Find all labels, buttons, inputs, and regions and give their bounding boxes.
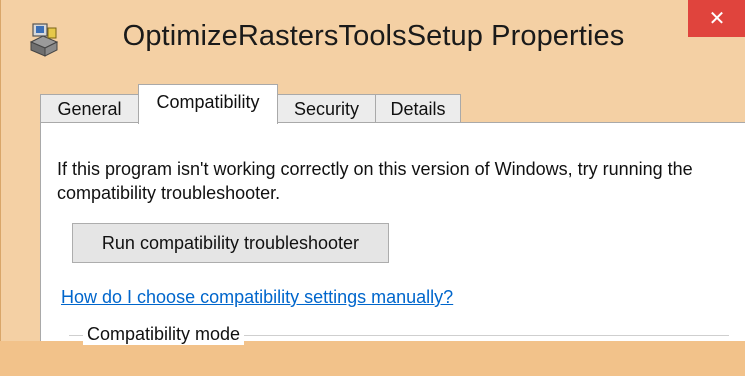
manual-settings-help-link[interactable]: How do I choose compatibility settings m… bbox=[61, 287, 453, 308]
compatibility-description: If this program isn't working correctly … bbox=[57, 159, 693, 203]
window-title: OptimizeRastersToolsSetup Properties bbox=[122, 20, 625, 52]
tab-details[interactable]: Details bbox=[375, 94, 461, 123]
tab-general[interactable]: General bbox=[40, 94, 139, 123]
run-troubleshooter-button[interactable]: Run compatibility troubleshooter bbox=[72, 223, 389, 263]
tab-compatibility[interactable]: Compatibility bbox=[138, 84, 278, 124]
title-bar: OptimizeRastersToolsSetup Properties ✕ bbox=[1, 0, 745, 86]
close-button[interactable]: ✕ bbox=[688, 0, 745, 37]
close-icon: ✕ bbox=[708, 8, 726, 30]
compatibility-mode-group: Compatibility mode bbox=[69, 324, 729, 376]
compatibility-panel: If this program isn't working correctly … bbox=[40, 122, 745, 345]
tab-security[interactable]: Security bbox=[277, 94, 376, 123]
compatibility-mode-label: Compatibility mode bbox=[83, 324, 245, 345]
properties-window: OptimizeRastersToolsSetup Properties ✕ G… bbox=[0, 0, 745, 345]
